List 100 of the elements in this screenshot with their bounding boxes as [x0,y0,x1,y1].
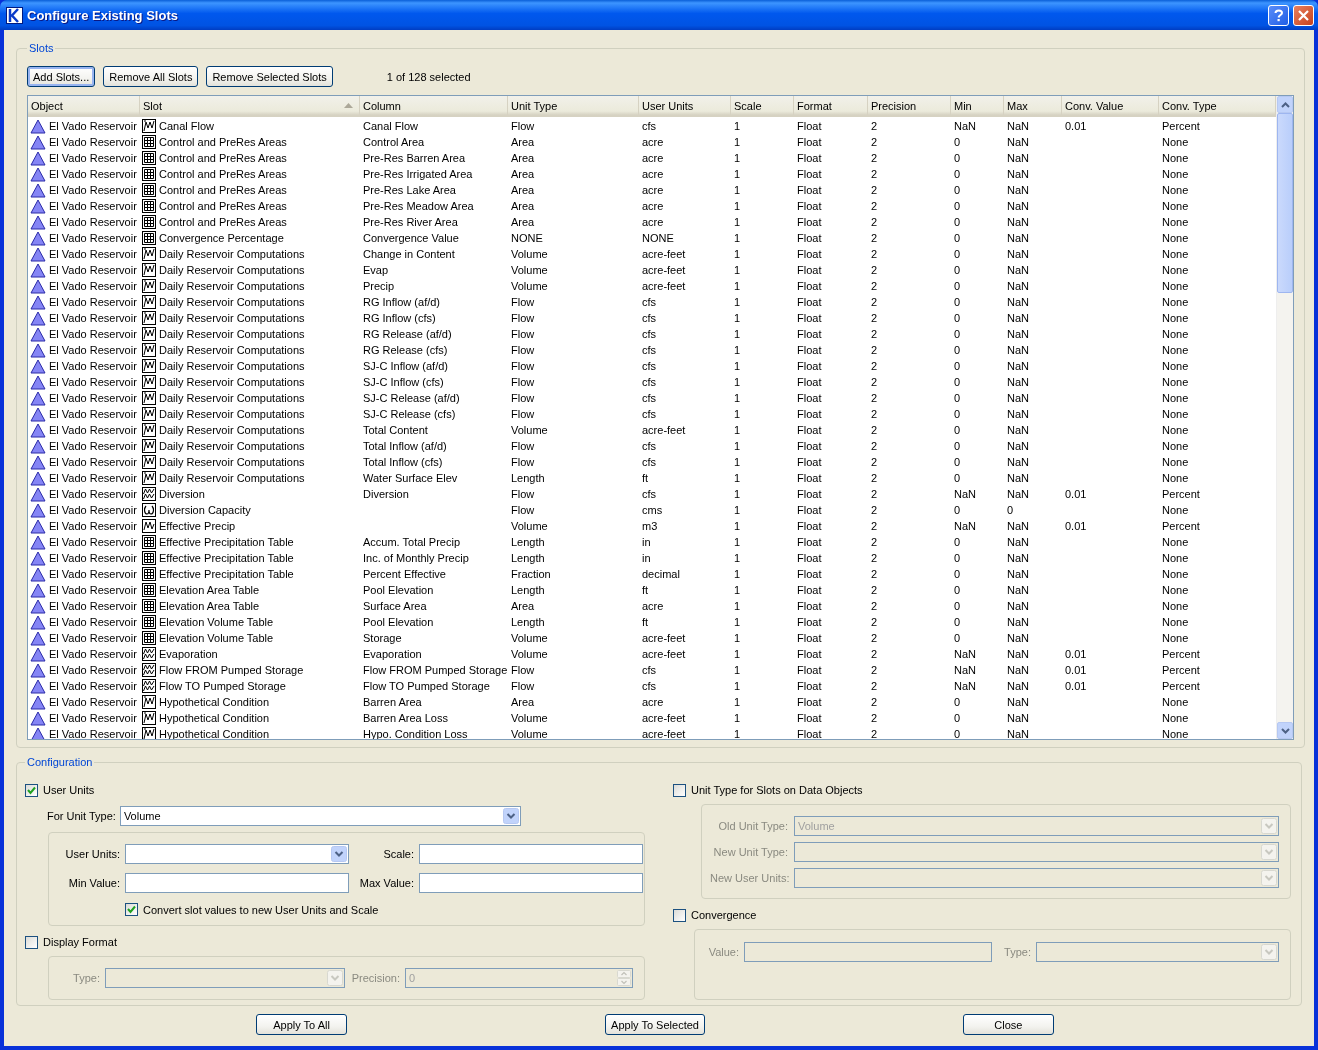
column-header[interactable]: Precision [868,96,951,115]
table-cell-text: 2 [870,663,879,678]
table-cell-text: 2 [870,711,879,726]
checkbox[interactable] [673,783,686,797]
table-cell-text: Daily Reservoir Computations [159,263,305,278]
table-cell-text: Daily Reservoir Computations [159,375,305,390]
column-header[interactable]: Min [951,96,1004,115]
table-cell-text: 1 [733,455,742,470]
table-cell-text: None [1161,311,1190,326]
table-cell-text: Float [796,551,823,566]
table-cell-text: None [1161,711,1190,726]
table-cell-text: cms [641,503,664,518]
column-header[interactable]: Max [1004,96,1062,115]
table-cell-text: 0 [953,279,962,294]
checkbox[interactable] [125,903,138,917]
triangle-icon [30,470,46,486]
table-cell-text: RG Inflow (cfs) [362,311,437,326]
table-cell-text: Area [510,135,536,150]
table-cell-text: Float [796,567,823,582]
table-cell-text: None [1161,535,1190,550]
checkbox[interactable] [25,935,38,949]
table-cell-text: 0 [953,231,962,246]
text-field[interactable] [125,873,349,893]
table-cell-text: Float [796,263,823,278]
table-cell-text: Flow [510,439,536,454]
table-cell-text: NaN [1006,663,1030,678]
table-cell-text: 1 [733,343,742,358]
scroll-up-button[interactable] [1277,96,1293,113]
table-cell-text: 0 [953,215,962,230]
table-cell-text: NaN [1006,407,1030,422]
table-cell-text: Pool Elevation [362,615,435,630]
table-cell-text: Flow [510,311,536,326]
table-cell-text: El Vado Reservoir [49,183,137,198]
table-cell-text: El Vado Reservoir [49,295,137,310]
table-cell-text: NaN [1006,487,1030,502]
dropdown[interactable] [125,844,349,865]
table-cell-text: 1 [733,423,742,438]
column-header[interactable]: Column [360,96,508,115]
table-cell-text: El Vado Reservoir [49,311,137,326]
dropdown[interactable]: Volume [119,806,521,826]
table-cell-text: El Vado Reservoir [49,391,137,406]
table-cell-text: El Vado Reservoir [49,711,137,726]
column-header[interactable]: Unit Type [508,96,639,115]
help-button[interactable] [1268,4,1289,26]
table-cell-text: 2 [870,279,879,294]
table-cell-text: El Vado Reservoir [49,599,137,614]
table-cell-text: NaN [1006,295,1030,310]
line-chart-icon [142,311,156,325]
button[interactable]: Remove Selected Slots [206,66,333,87]
column-header[interactable]: Object [28,96,140,115]
column-header[interactable]: Conv. Value [1062,96,1159,115]
scrollbar-thumb[interactable] [1277,113,1293,293]
table-cell-text: Flow [510,119,536,134]
table-cell-text: 2 [870,631,879,646]
column-header[interactable]: Format [794,96,868,115]
text-field[interactable] [419,844,643,865]
table-cell-text: cfs [641,343,658,358]
table-cell-text: None [1161,327,1190,342]
table-cell-text: 0 [953,423,962,438]
table-cell-text: Percent [1161,119,1201,134]
table-cell-text: NaN [1006,679,1030,694]
table-cell-text: NaN [1006,151,1030,166]
table-cell-text: 1 [733,551,742,566]
scroll-down-button[interactable] [1277,722,1293,739]
table-cell-text: Length [510,583,546,598]
text-field[interactable] [419,873,643,893]
table-cell-text: El Vado Reservoir [49,631,137,646]
table-cell-text: Float [796,487,823,502]
button[interactable]: Apply To Selected [605,1014,705,1035]
column-header[interactable]: User Units [639,96,731,115]
table-cell-text: NaN [1006,327,1030,342]
table-cell-text: 1 [733,695,742,710]
table-cell-text: None [1161,263,1190,278]
button[interactable]: Apply To All [256,1014,348,1035]
table-cell-text: El Vado Reservoir [49,231,137,246]
table-cell-text: El Vado Reservoir [49,503,137,518]
checkbox[interactable] [25,783,38,797]
table-cell-text: 2 [870,391,879,406]
table-cell-text: None [1161,279,1190,294]
table-cell-text: 2 [870,119,879,134]
checkbox[interactable] [673,908,686,922]
table-cell-text: 0.01 [1064,119,1088,134]
table-cell-text: Area [510,695,536,710]
button[interactable]: Remove All Slots [103,66,199,87]
column-header[interactable]: Scale [731,96,794,115]
table-cell-text: cfs [641,679,658,694]
button[interactable]: Close [962,1014,1054,1035]
triangle-icon [30,166,46,182]
table-cell-text: acre [641,215,665,230]
table-cell-text: 1 [733,311,742,326]
line-chart-icon [142,391,156,405]
field-label: Value: [707,946,739,958]
triangle-icon [30,342,46,358]
button[interactable]: Add Slots... [27,66,96,87]
table-cell-text: Control and PreRes Areas [159,167,287,182]
table-cell-text: NONE [510,231,544,246]
column-header[interactable]: Slot [140,96,360,115]
close-button[interactable] [1293,4,1314,26]
table-cell-text: 2 [870,567,879,582]
table-cell-text: NaN [1006,167,1030,182]
